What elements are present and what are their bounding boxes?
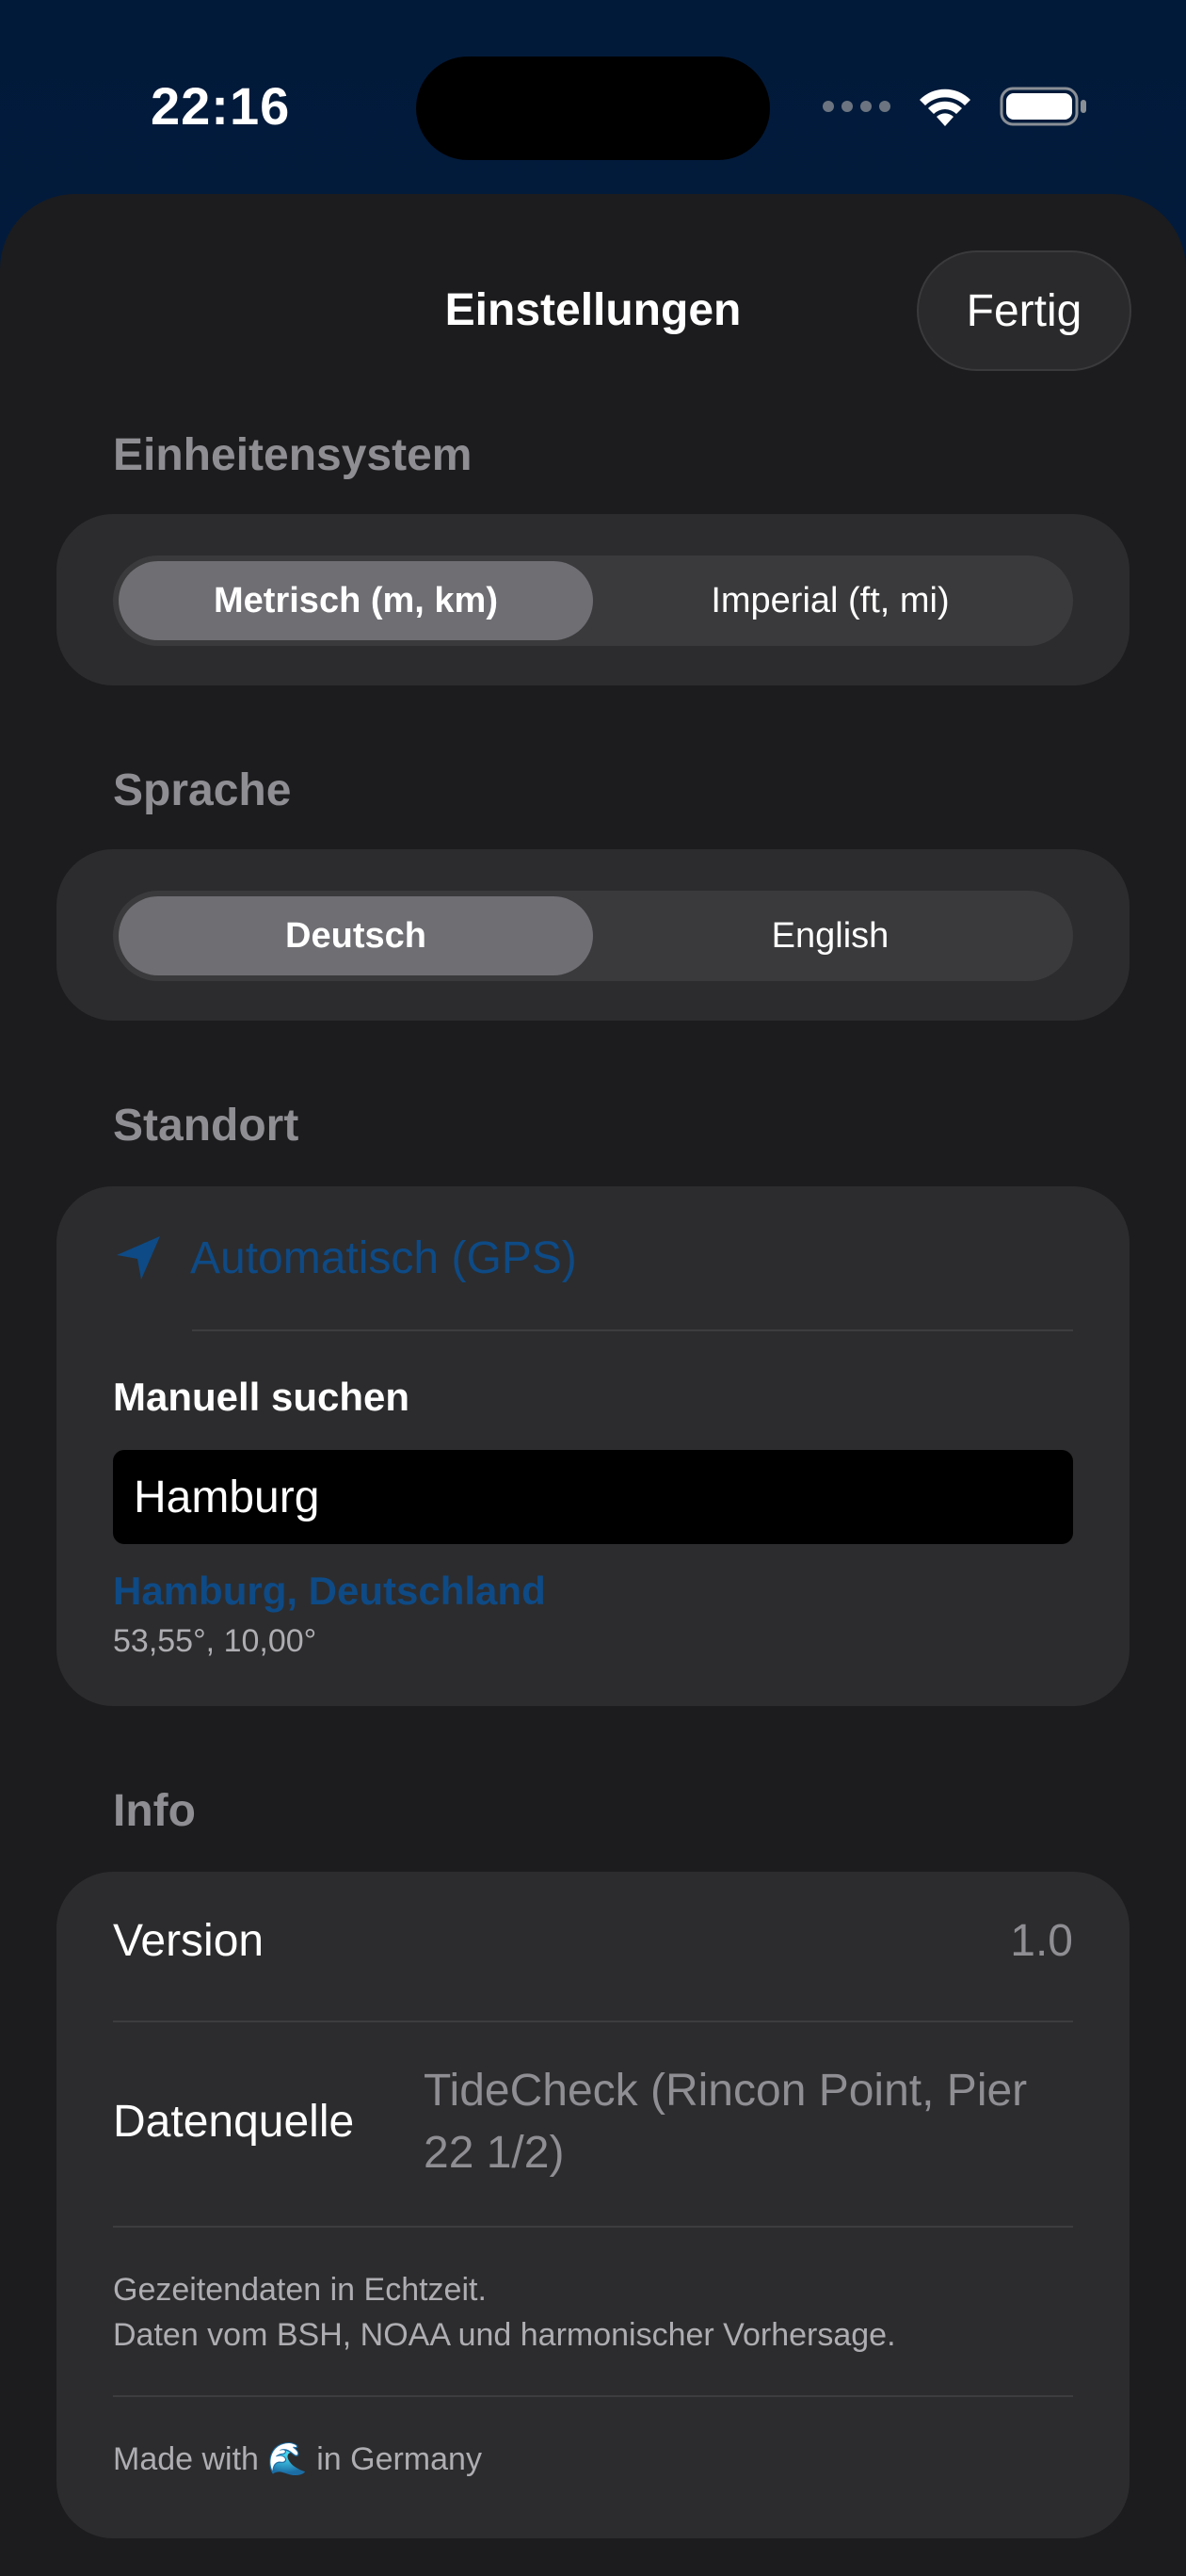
divider xyxy=(113,2021,1073,2022)
location-arrow-icon xyxy=(117,1236,160,1280)
wave-icon: 🌊 xyxy=(267,2441,308,2477)
screen: 22:16 Einstellungen Fertig Einheitensyst… xyxy=(0,0,1186,2576)
auto-gps-button[interactable]: Automatisch (GPS) xyxy=(113,1224,577,1292)
version-label: Version xyxy=(113,1916,264,1966)
location-section-header: Standort xyxy=(113,1101,299,1151)
language-option-german[interactable]: Deutsch xyxy=(119,896,593,975)
done-button[interactable]: Fertig xyxy=(917,250,1131,371)
manual-search-label: Manuell suchen xyxy=(113,1375,410,1419)
units-option-metric[interactable]: Metrisch (m, km) xyxy=(119,561,593,640)
status-icons xyxy=(823,83,1088,130)
language-section-header: Sprache xyxy=(113,765,292,815)
language-card: Deutsch English xyxy=(56,849,1130,1021)
divider xyxy=(113,2226,1073,2228)
search-result-coords: 53,55°, 10,00° xyxy=(113,1623,317,1659)
data-note: Gezeitendaten in Echtzeit. Daten vom BSH… xyxy=(113,2267,896,2358)
data-note-line-2: Daten vom BSH, NOAA und harmonischer Vor… xyxy=(113,2317,896,2353)
footer-prefix: Made with xyxy=(113,2441,259,2477)
data-note-line-1: Gezeitendaten in Echtzeit. xyxy=(113,2272,487,2308)
signal-icon xyxy=(823,101,890,112)
units-segmented-control: Metrisch (m, km) Imperial (ft, mi) xyxy=(113,555,1073,646)
auto-gps-label: Automatisch (GPS) xyxy=(190,1232,577,1283)
location-search-input[interactable] xyxy=(113,1450,1073,1544)
status-time: 22:16 xyxy=(151,76,291,136)
info-card: Version 1.0 Datenquelle TideCheck (Rinco… xyxy=(56,1872,1130,2538)
data-source-line-2: 22 1/2) xyxy=(424,2128,565,2178)
divider xyxy=(192,1329,1073,1331)
location-card: Automatisch (GPS) Manuell suchen Hamburg… xyxy=(56,1186,1130,1706)
data-source-label: Datenquelle xyxy=(113,2097,355,2147)
footer-credit: Made with 🌊 in Germany xyxy=(113,2437,482,2482)
divider xyxy=(113,2395,1073,2397)
language-segmented-control: Deutsch English xyxy=(113,891,1073,981)
units-option-imperial[interactable]: Imperial (ft, mi) xyxy=(593,561,1067,640)
version-value: 1.0 xyxy=(1010,1916,1073,1966)
info-section-header: Info xyxy=(113,1786,196,1836)
units-card: Metrisch (m, km) Imperial (ft, mi) xyxy=(56,514,1130,685)
data-source-line-1: TideCheck (Rincon Point, Pier xyxy=(424,2066,1028,2116)
units-section-header: Einheitensystem xyxy=(113,430,473,480)
footer-suffix: in Germany xyxy=(316,2441,482,2477)
data-source-value: TideCheck (Rincon Point, Pier 22 1/2) xyxy=(424,2060,1027,2184)
settings-sheet: Einstellungen Fertig Einheitensystem Met… xyxy=(0,194,1186,2576)
battery-icon xyxy=(1000,87,1086,126)
dynamic-island xyxy=(416,56,770,160)
search-result-name[interactable]: Hamburg, Deutschland xyxy=(113,1569,546,1614)
wifi-icon xyxy=(920,89,970,126)
language-option-english[interactable]: English xyxy=(593,896,1067,975)
